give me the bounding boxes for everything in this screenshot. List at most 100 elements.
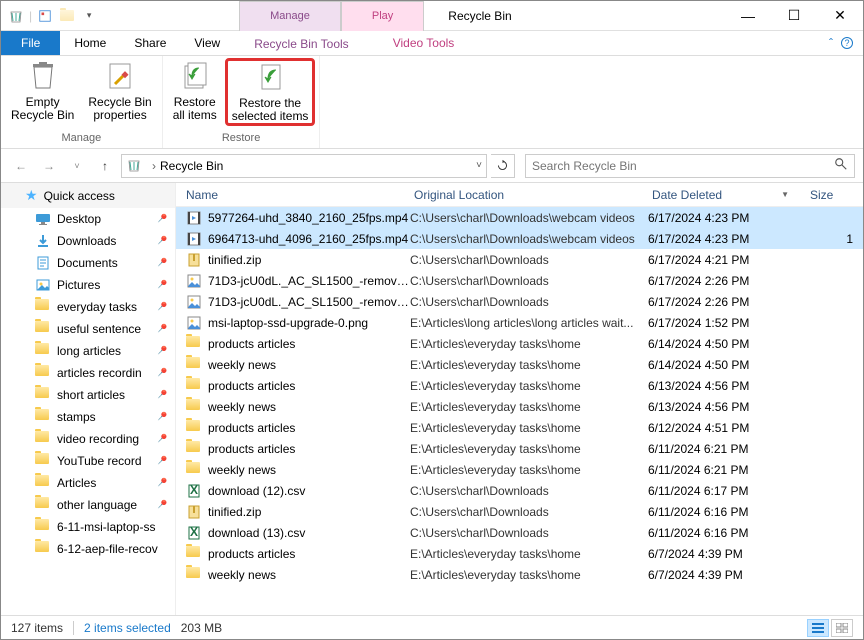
video-icon	[186, 231, 202, 247]
file-row[interactable]: weekly newsE:\Articles\everyday tasks\ho…	[176, 354, 863, 375]
sidebar-item-6-11-msi-laptop-ss[interactable]: 6-11-msi-laptop-ss	[1, 516, 175, 538]
file-row[interactable]: products articlesE:\Articles\everyday ta…	[176, 333, 863, 354]
ctx-tab-manage[interactable]: Manage	[239, 1, 341, 31]
column-date-deleted[interactable]: Date Deleted ▼	[642, 183, 800, 206]
file-row[interactable]: products articlesE:\Articles\everyday ta…	[176, 375, 863, 396]
sidebar-item-articles-recordin[interactable]: articles recordin📍	[1, 362, 175, 384]
folder-icon	[35, 409, 51, 425]
sidebar-item-useful-sentence[interactable]: useful sentence📍	[1, 318, 175, 340]
tab-view[interactable]: View	[180, 31, 234, 55]
recent-dropdown-icon[interactable]: ˅	[65, 154, 89, 178]
file-date: 6/11/2024 6:21 PM	[648, 463, 806, 477]
properties-large-icon	[104, 60, 136, 92]
file-row[interactable]: Xdownload (13).csvC:\Users\charl\Downloa…	[176, 522, 863, 543]
sidebar-item-downloads[interactable]: Downloads📍	[1, 230, 175, 252]
pin-icon: 📍	[152, 211, 169, 228]
sidebar-item-other-language[interactable]: other language📍	[1, 494, 175, 516]
sidebar-item-video-recording[interactable]: video recording📍	[1, 428, 175, 450]
tab-home[interactable]: Home	[60, 31, 120, 55]
file-date: 6/17/2024 1:52 PM	[648, 316, 806, 330]
column-original-location[interactable]: Original Location	[404, 183, 642, 206]
tab-share[interactable]: Share	[120, 31, 180, 55]
sidebar-item-label: other language	[57, 498, 155, 512]
search-icon[interactable]	[834, 157, 848, 174]
qat-dropdown-icon[interactable]: ▾	[80, 7, 98, 25]
file-rows[interactable]: 5977264-uhd_3840_2160_25fps.mp4C:\Users\…	[176, 207, 863, 615]
tab-video-tools[interactable]: Video Tools	[369, 31, 479, 55]
file-row[interactable]: weekly newsE:\Articles\everyday tasks\ho…	[176, 564, 863, 585]
pin-icon: 📍	[152, 321, 169, 338]
desktop-icon	[35, 211, 51, 227]
sidebar-item-documents[interactable]: Documents📍	[1, 252, 175, 274]
excel-icon: X	[186, 525, 202, 541]
sidebar-item-long-articles[interactable]: long articles📍	[1, 340, 175, 362]
minimize-button[interactable]: —	[725, 1, 771, 31]
file-row[interactable]: msi-laptop-ssd-upgrade-0.pngE:\Articles\…	[176, 312, 863, 333]
refresh-button[interactable]	[491, 154, 515, 178]
tab-recycle-bin-tools[interactable]: Recycle Bin Tools	[234, 31, 369, 55]
details-view-button[interactable]	[807, 619, 829, 637]
file-row[interactable]: 71D3-jcU0dL._AC_SL1500_-remove...C:\User…	[176, 270, 863, 291]
chevron-right-icon[interactable]: ›	[152, 159, 156, 173]
sidebar-item-youtube-record[interactable]: YouTube record📍	[1, 450, 175, 472]
restore-all-items-button[interactable]: Restore all items	[167, 58, 223, 124]
sidebar-item-desktop[interactable]: Desktop📍	[1, 208, 175, 230]
file-row[interactable]: tinified.zipC:\Users\charl\Downloads6/17…	[176, 249, 863, 270]
up-button[interactable]: ↑	[93, 154, 117, 178]
thumbnails-view-button[interactable]	[831, 619, 853, 637]
file-row[interactable]: Xdownload (12).csvC:\Users\charl\Downloa…	[176, 480, 863, 501]
file-date: 6/7/2024 4:39 PM	[648, 547, 806, 561]
file-row[interactable]: 5977264-uhd_3840_2160_25fps.mp4C:\Users\…	[176, 207, 863, 228]
quick-access-header[interactable]: ★ Quick access	[1, 183, 175, 208]
sidebar-item-6-12-aep-file-recov[interactable]: 6-12-aep-file-recov	[1, 538, 175, 560]
maximize-button[interactable]: ☐	[771, 1, 817, 31]
sidebar-item-pictures[interactable]: Pictures📍	[1, 274, 175, 296]
column-name[interactable]: Name	[176, 183, 404, 206]
svg-text:X: X	[190, 483, 198, 497]
forward-button[interactable]: →	[37, 154, 61, 178]
new-folder-icon[interactable]	[58, 7, 76, 25]
status-bar: 127 items 2 items selected 203 MB	[1, 615, 863, 639]
address-bar[interactable]: › Recycle Bin ˅	[121, 154, 487, 178]
recycle-bin-properties-button[interactable]: Recycle Bin properties	[82, 58, 157, 124]
file-row[interactable]: products articlesE:\Articles\everyday ta…	[176, 417, 863, 438]
file-name: products articles	[208, 337, 410, 351]
file-row[interactable]: products articlesE:\Articles\everyday ta…	[176, 543, 863, 564]
ribbon-collapse-icon[interactable]: ˆ ?	[819, 31, 863, 55]
folder-icon	[35, 365, 51, 381]
file-row[interactable]: weekly newsE:\Articles\everyday tasks\ho…	[176, 396, 863, 417]
restore-selected-items-button[interactable]: Restore the selected items	[225, 58, 316, 126]
breadcrumb-location[interactable]: Recycle Bin	[160, 159, 223, 173]
sidebar-item-short-articles[interactable]: short articles📍	[1, 384, 175, 406]
file-date: 6/17/2024 4:23 PM	[648, 232, 806, 246]
file-row[interactable]: products articlesE:\Articles\everyday ta…	[176, 438, 863, 459]
file-row[interactable]: weekly newsE:\Articles\everyday tasks\ho…	[176, 459, 863, 480]
empty-recycle-bin-button[interactable]: Empty Recycle Bin	[5, 58, 80, 124]
file-location: E:\Articles\everyday tasks\home	[410, 547, 648, 561]
address-dropdown-icon[interactable]: ˅	[476, 160, 482, 171]
ctx-tab-play[interactable]: Play	[341, 1, 424, 31]
file-list: Name Original Location Date Deleted ▼ Si…	[176, 183, 863, 615]
search-input[interactable]	[532, 159, 834, 173]
sidebar-item-articles[interactable]: Articles📍	[1, 472, 175, 494]
tab-file[interactable]: File	[1, 31, 60, 55]
file-row[interactable]: tinified.zipC:\Users\charl\Downloads6/11…	[176, 501, 863, 522]
back-button[interactable]: ←	[9, 154, 33, 178]
file-name: download (12).csv	[208, 484, 410, 498]
column-size[interactable]: Size	[800, 183, 863, 206]
file-location: E:\Articles\everyday tasks\home	[410, 358, 648, 372]
close-button[interactable]: ✕	[817, 1, 863, 31]
sidebar-item-stamps[interactable]: stamps📍	[1, 406, 175, 428]
file-row[interactable]: 6964713-uhd_4096_2160_25fps.mp4C:\Users\…	[176, 228, 863, 249]
sidebar-item-everyday-tasks[interactable]: everyday tasks📍	[1, 296, 175, 318]
folder-icon	[35, 343, 51, 359]
search-box[interactable]	[525, 154, 855, 178]
properties-icon[interactable]	[36, 7, 54, 25]
file-location: C:\Users\charl\Downloads	[410, 526, 648, 540]
sidebar-item-label: useful sentence	[57, 322, 155, 336]
file-row[interactable]: 71D3-jcU0dL._AC_SL1500_-remove...C:\User…	[176, 291, 863, 312]
recycle-bin-icon[interactable]	[7, 7, 25, 25]
file-name: weekly news	[208, 568, 410, 582]
file-date: 6/13/2024 4:56 PM	[648, 379, 806, 393]
folder-icon	[35, 475, 51, 491]
